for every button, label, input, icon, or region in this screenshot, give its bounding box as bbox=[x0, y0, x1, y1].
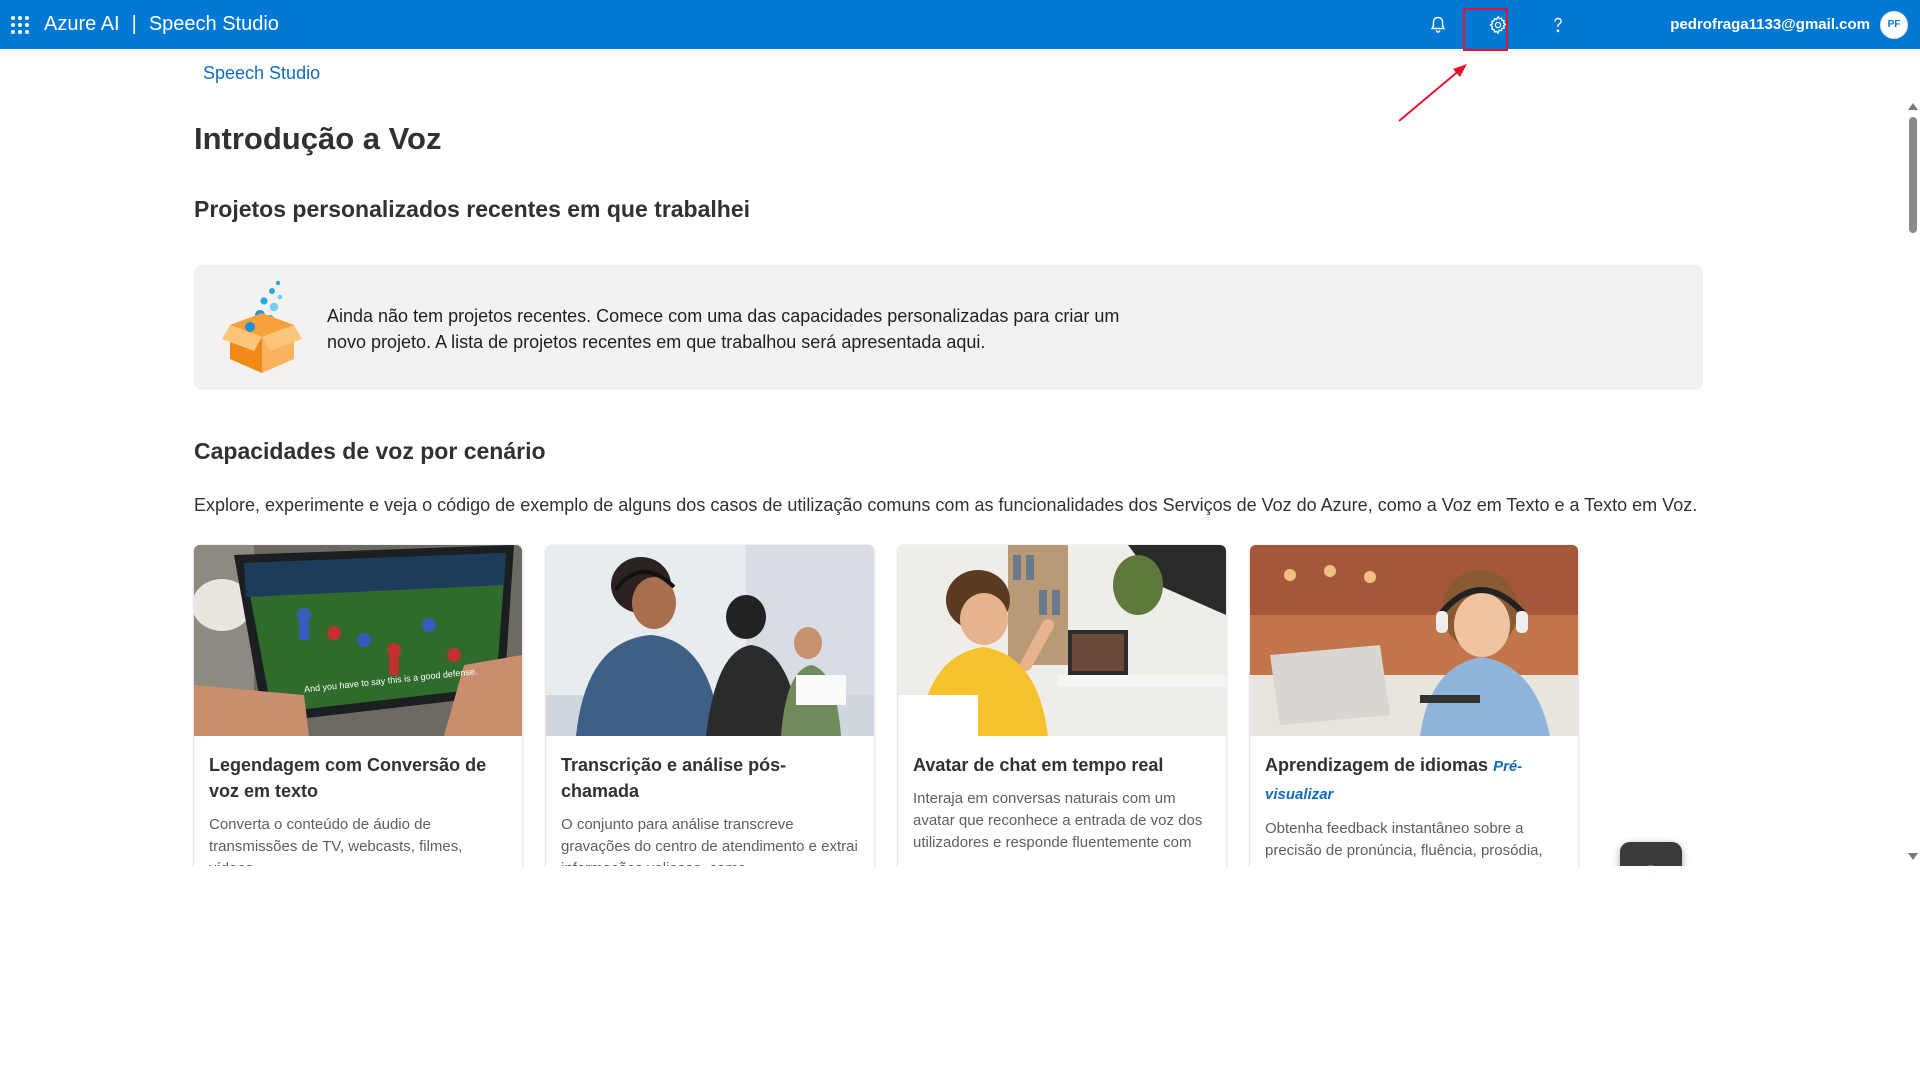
card-description: Converta o conteúdo de áudio de transmis… bbox=[209, 816, 463, 866]
brand-name: Azure AI bbox=[44, 13, 120, 35]
card-avatar-chat[interactable]: Avatar de chat em tempo real Interaja em… bbox=[898, 545, 1226, 866]
brand[interactable]: Azure AI | Speech Studio bbox=[44, 13, 279, 36]
page-title: Introdução a Voz bbox=[194, 121, 442, 156]
capabilities-heading: Capacidades de voz por cenário bbox=[194, 438, 546, 464]
settings-button[interactable] bbox=[1474, 0, 1522, 49]
copilot-float-button[interactable] bbox=[1620, 842, 1682, 866]
main-content: Speech Studio Introdução a Voz Projetos … bbox=[0, 49, 1905, 866]
card-description: Obtenha feedback instantâneo sobre a pre… bbox=[1265, 820, 1543, 859]
card-title-text: Aprendizagem de idiomas bbox=[1265, 755, 1489, 775]
capability-cards: And you have to say this is a good defen… bbox=[194, 545, 1578, 866]
card-title-text: Legendagem com Conversão de voz em texto bbox=[209, 755, 487, 801]
open-box-icon bbox=[222, 280, 302, 373]
page-scrollbar[interactable] bbox=[1905, 49, 1920, 866]
notifications-button[interactable] bbox=[1414, 0, 1462, 49]
card-post-call-analytics[interactable]: Transcrição e análise pós-chamada O conj… bbox=[546, 545, 874, 866]
card-description: Interaja em conversas naturais com um av… bbox=[913, 790, 1203, 851]
help-button[interactable] bbox=[1534, 0, 1582, 49]
scroll-up-arrow-icon[interactable] bbox=[1908, 103, 1918, 110]
topbar-actions: pedrofraga1133@gmail.com PF bbox=[1414, 0, 1920, 49]
bell-icon bbox=[1431, 16, 1446, 33]
recent-projects-empty-state: Ainda não tem projetos recentes. Comece … bbox=[194, 265, 1703, 390]
product-name: Speech Studio bbox=[148, 13, 279, 35]
card-image-call-center bbox=[546, 545, 874, 736]
card-title: Aprendizagem de idiomas Pré-visualizar bbox=[1250, 736, 1578, 808]
avatar[interactable]: PF bbox=[1880, 10, 1908, 39]
card-title: Transcrição e análise pós-chamada bbox=[546, 736, 874, 804]
blank-area bbox=[0, 866, 1920, 1080]
card-image-captioning: And you have to say this is a good defen… bbox=[194, 545, 522, 736]
capabilities-description: Explore, experimente e veja o código de … bbox=[194, 495, 1698, 515]
card-image-avatar bbox=[898, 545, 1226, 736]
waffle-icon bbox=[11, 15, 29, 34]
empty-state-message: Ainda não tem projetos recentes. Comece … bbox=[327, 306, 1120, 352]
card-description: O conjunto para análise transcreve grava… bbox=[561, 816, 858, 866]
card-title: Avatar de chat em tempo real bbox=[898, 736, 1226, 778]
scroll-thumb[interactable] bbox=[1909, 117, 1917, 233]
scroll-down-arrow-icon[interactable] bbox=[1908, 853, 1918, 860]
card-language-learning[interactable]: Aprendizagem de idiomas Pré-visualizar O… bbox=[1250, 545, 1578, 866]
card-title: Legendagem com Conversão de voz em texto bbox=[194, 736, 522, 804]
app-launcher-button[interactable] bbox=[0, 0, 40, 49]
card-image-language-learning bbox=[1250, 545, 1578, 736]
top-bar: Azure AI | Speech Studio pedrofraga1133@… bbox=[0, 0, 1920, 49]
breadcrumb[interactable]: Speech Studio bbox=[203, 63, 320, 84]
card-title-text: Avatar de chat em tempo real bbox=[913, 755, 1164, 775]
brand-separator: | bbox=[131, 13, 137, 35]
user-email[interactable]: pedrofraga1133@gmail.com bbox=[1670, 16, 1870, 33]
card-title-text: Transcrição e análise pós-chamada bbox=[561, 755, 787, 801]
card-captioning[interactable]: And you have to say this is a good defen… bbox=[194, 545, 522, 866]
recent-projects-heading: Projetos personalizados recentes em que … bbox=[194, 196, 751, 222]
gear-icon bbox=[1489, 15, 1507, 35]
help-icon bbox=[1554, 17, 1563, 32]
